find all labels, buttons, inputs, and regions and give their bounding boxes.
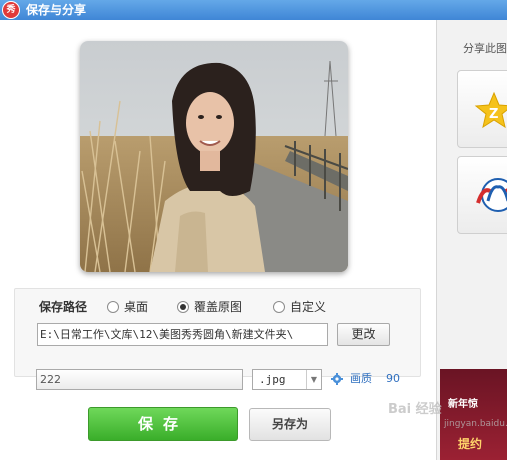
radio-overwrite-label[interactable]: 覆盖原图 [194,299,242,315]
save-button[interactable]: 保存 [88,407,238,441]
change-path-button[interactable]: 更改 [337,323,390,346]
qzone-star-icon: Z [474,91,507,129]
filename-input[interactable]: 222 [36,369,243,390]
gear-icon[interactable] [331,373,343,385]
watermark-url: jingyan.baidu.com [444,419,507,429]
save-path-label: 保存路径 [39,300,88,314]
radio-overwrite[interactable]: 覆盖原图 [177,299,242,315]
radio-custom-circle[interactable] [273,301,285,313]
radio-custom[interactable]: 自定义 [273,299,326,315]
radio-desktop-circle[interactable] [107,301,119,313]
quality-link[interactable]: 画质 [350,372,372,386]
watermark-logo: Bai 经验 [388,402,442,417]
save-path-input[interactable]: E:\日常工作\文库\12\美图秀秀圆角\新建文件夹\ [37,323,328,346]
share-renren-button[interactable] [457,156,507,234]
radio-desktop-label[interactable]: 桌面 [124,299,148,315]
renren-icon [476,178,507,212]
window-title: 保存与分享 [26,3,87,17]
share-label: 分享此图 [463,42,507,55]
chevron-down-icon[interactable]: ▼ [306,370,321,389]
ad-text-line1: 新年惊 [448,399,478,410]
ad-text-line2: 提约 [458,437,483,451]
format-value: .jpg [259,373,286,386]
save-options-panel: 保存路径 桌面 覆盖原图 自定义 E:\日常工作\文库\12\美图秀秀圆角\新建… [14,288,421,377]
share-qzone-button[interactable]: Z [457,70,507,148]
app-logo-icon: 秀 [2,1,20,19]
format-select[interactable]: .jpg ▼ [252,369,322,390]
ad-banner[interactable]: 新年惊 提约 [440,369,507,460]
share-panel: 分享此图 Z 新年惊 提约 [436,20,507,460]
main-panel: 保存路径 桌面 覆盖原图 自定义 E:\日常工作\文库\12\美图秀秀圆角\新建… [0,20,436,460]
radio-custom-label[interactable]: 自定义 [290,299,326,315]
radio-desktop[interactable]: 桌面 [107,299,148,315]
photo-preview [80,41,348,272]
save-as-button[interactable]: 另存为 [249,408,331,441]
photo-image [80,41,348,272]
quality-value: 90 [386,372,400,385]
radio-overwrite-circle[interactable] [177,301,189,313]
title-bar: 秀 保存与分享 [0,0,507,20]
svg-text:Z: Z [489,107,498,122]
